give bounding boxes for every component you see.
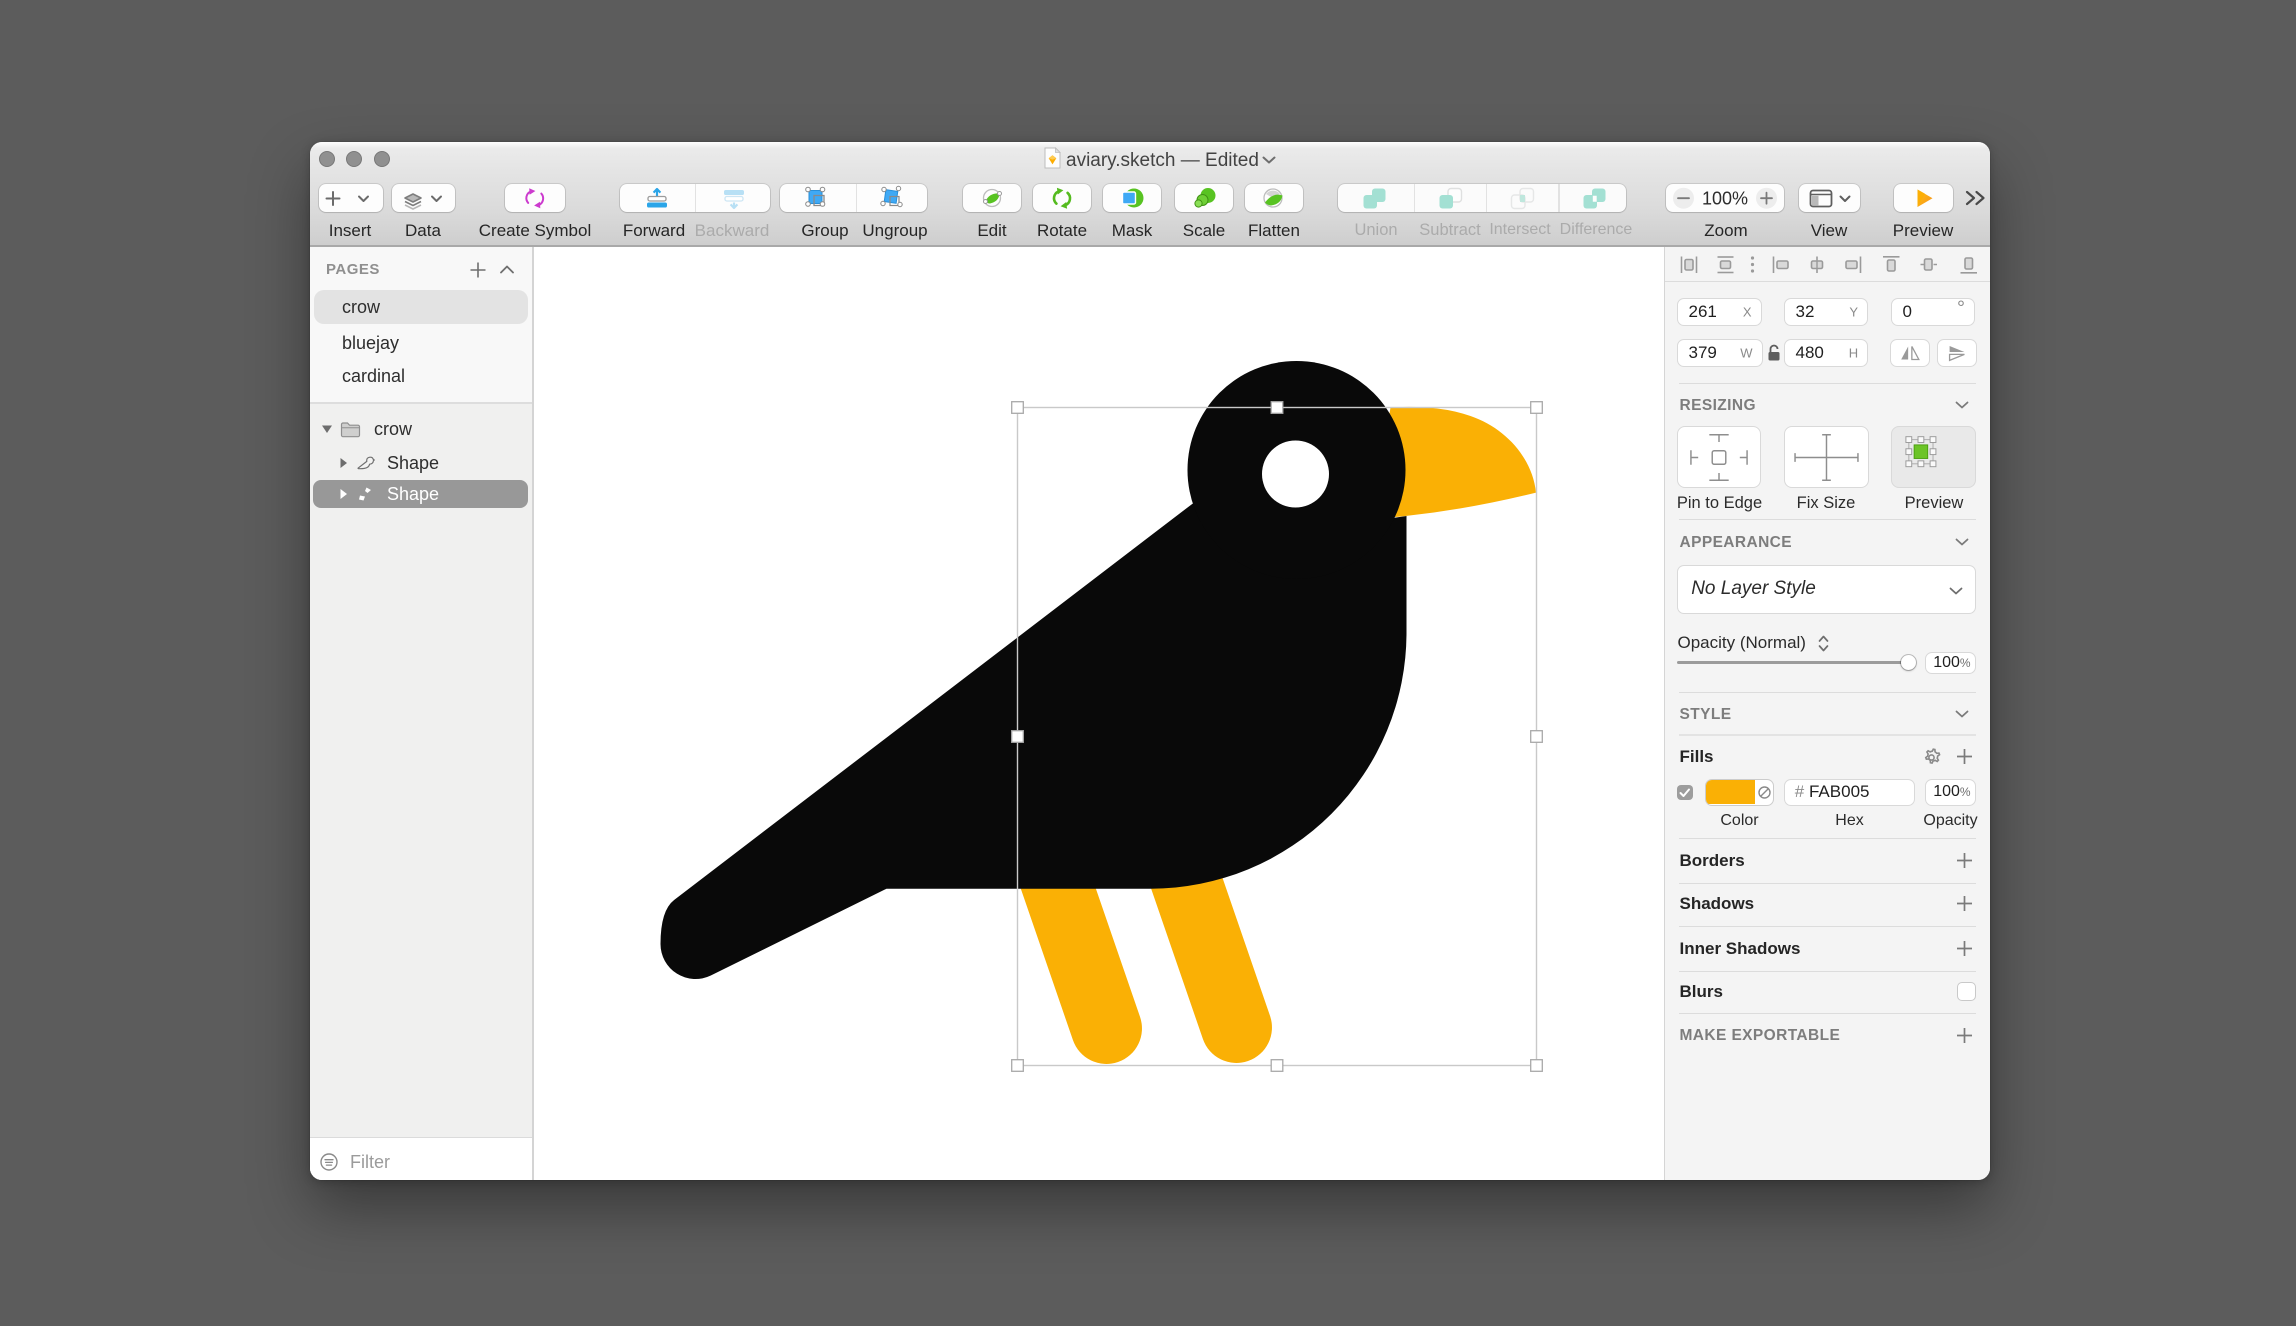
svg-text:100%: 100% (1702, 188, 1748, 208)
